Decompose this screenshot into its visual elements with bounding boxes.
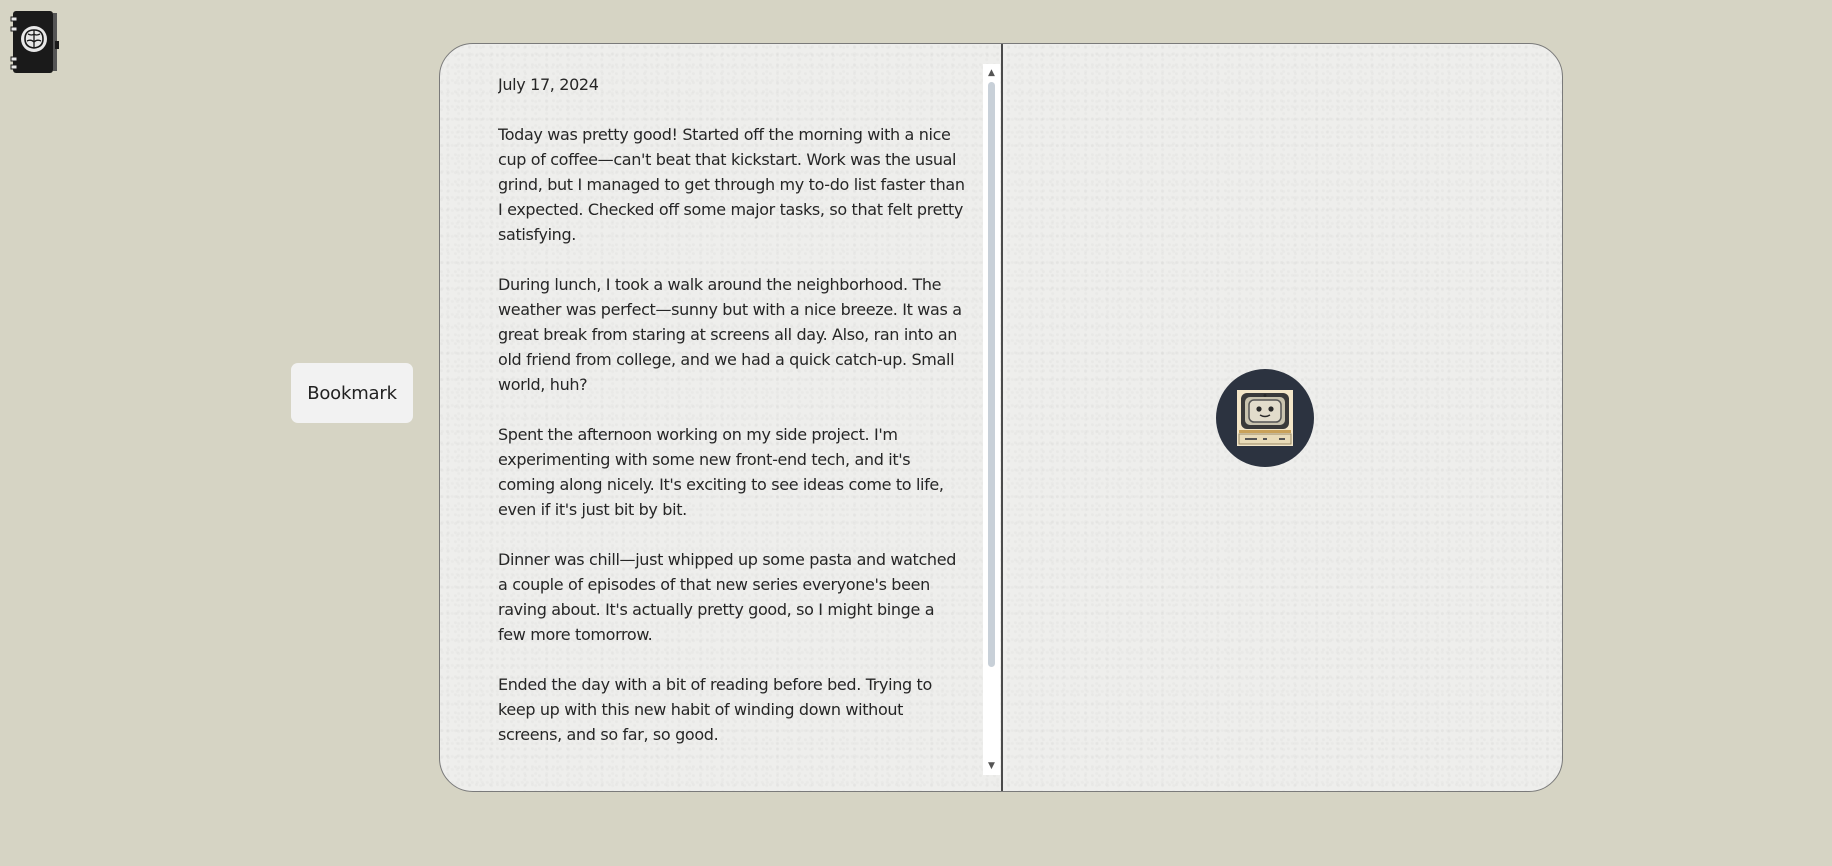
entry-scroll-area[interactable]: July 17, 2024 Today was pretty good! Sta… bbox=[498, 64, 981, 775]
entry-scrollbar[interactable]: ▲ ▼ bbox=[983, 64, 1000, 775]
bookmark-button[interactable]: Bookmark bbox=[291, 363, 413, 423]
right-page bbox=[1003, 44, 1562, 791]
scroll-up-arrow-icon[interactable]: ▲ bbox=[983, 66, 1000, 80]
scroll-thumb[interactable] bbox=[988, 82, 995, 667]
entry-date: July 17, 2024 bbox=[498, 75, 599, 94]
left-page: July 17, 2024 Today was pretty good! Sta… bbox=[440, 44, 1001, 791]
robot-computer-icon bbox=[1237, 390, 1293, 446]
entry-paragraph: During lunch, I took a walk around the n… bbox=[498, 275, 962, 394]
entry-paragraph: Dinner was chill—just whipped up some pa… bbox=[498, 550, 957, 644]
entry-paragraph: Today was pretty good! Started off the m… bbox=[498, 125, 965, 244]
journal-entry: July 17, 2024 Today was pretty good! Sta… bbox=[498, 64, 966, 772]
journal-book: July 17, 2024 Today was pretty good! Sta… bbox=[439, 43, 1563, 792]
entry-paragraph: Spent the afternoon working on my side p… bbox=[498, 425, 944, 519]
app-logo-icon[interactable] bbox=[9, 9, 59, 77]
scroll-down-arrow-icon[interactable]: ▼ bbox=[983, 759, 1000, 773]
assistant-avatar[interactable] bbox=[1216, 369, 1314, 467]
entry-paragraph: Ended the day with a bit of reading befo… bbox=[498, 675, 932, 744]
